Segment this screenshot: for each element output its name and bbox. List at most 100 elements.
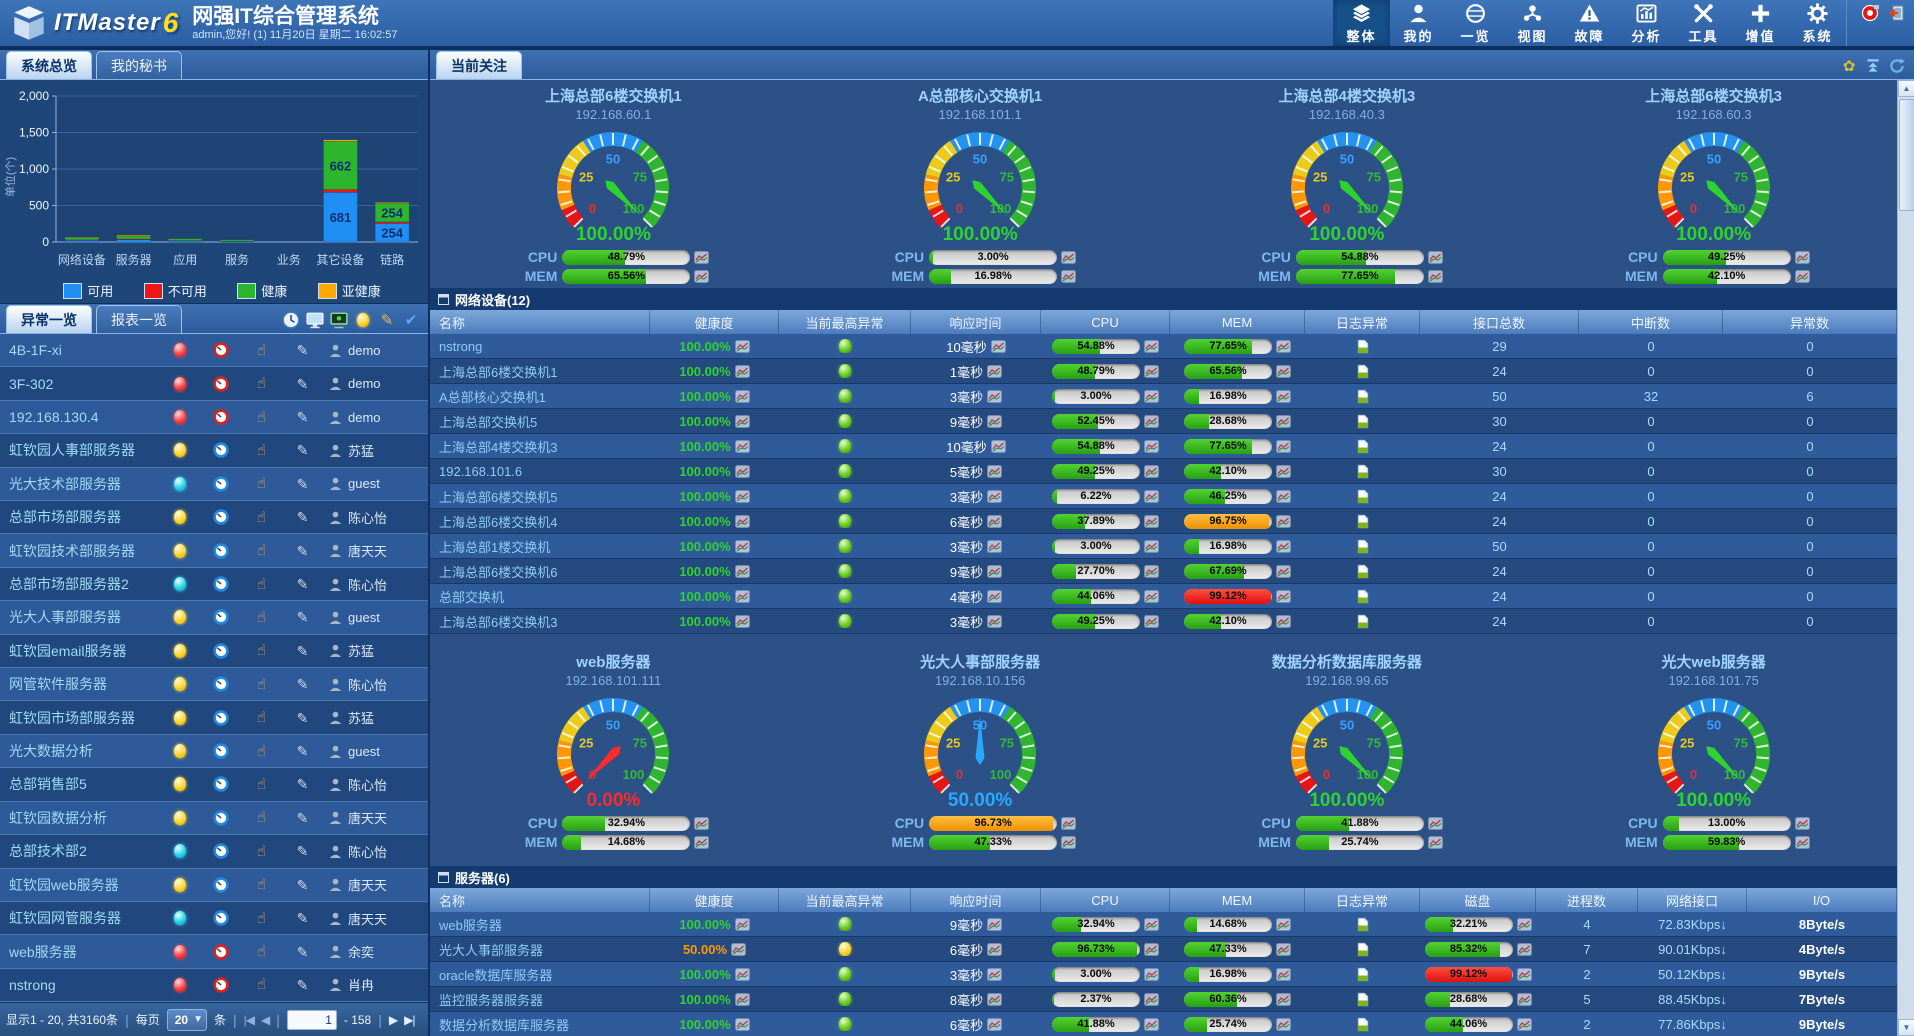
hand-icon[interactable]: ☝ [257,443,266,458]
hand-icon[interactable]: ☝ [257,410,266,425]
hand-icon[interactable]: ☝ [257,877,266,892]
nav-item-1[interactable]: 我的 [1390,0,1447,46]
trend-chart-icon[interactable] [1144,565,1159,578]
exception-row[interactable]: nstrong☝✎肖冉 [0,969,428,1002]
trend-chart-icon[interactable] [1144,490,1159,503]
trend-chart-icon[interactable] [1428,251,1443,264]
log-icon[interactable] [1357,539,1369,554]
trend-chart-icon[interactable] [1144,440,1159,453]
exception-row[interactable]: 总部销售部5☝✎陈心怡 [0,768,428,801]
trend-chart-icon[interactable] [1276,390,1291,403]
device-row[interactable]: 上海总部6楼交换机6100.00%9毫秒27.70%67.69%2400 [430,559,1897,584]
trend-chart-icon[interactable] [1144,993,1159,1006]
nav-item-4[interactable]: 故障 [1561,0,1618,46]
edit-icon[interactable]: ✎ [297,377,309,391]
trend-chart-icon[interactable] [1517,968,1532,981]
hand-icon[interactable]: ☝ [257,343,266,358]
log-icon[interactable] [1357,464,1369,479]
tab-overview-0[interactable]: 系统总览 [6,51,92,79]
device-link[interactable]: 虹钦园email服务器 [0,641,159,661]
edit-icon[interactable]: ✎ [297,510,309,524]
column-header[interactable]: CPU [1041,888,1170,912]
collapse-icon[interactable] [1864,57,1882,75]
exception-row[interactable]: 总部市场部服务器2☝✎陈心怡 [0,568,428,601]
column-header[interactable]: 健康度 [650,888,779,912]
column-header[interactable]: I/O [1747,888,1897,912]
column-header[interactable]: CPU [1041,310,1170,334]
edit-icon[interactable]: ✎ [297,477,309,491]
trend-chart-icon[interactable] [1144,615,1159,628]
trend-chart-icon[interactable] [987,390,1002,403]
trend-chart-icon[interactable] [1276,918,1291,931]
nav-item-5[interactable]: 分析 [1618,0,1675,46]
device-link[interactable]: 总部交换机 [439,587,504,606]
bar-segment[interactable] [65,238,99,240]
trend-chart-icon[interactable] [735,440,750,453]
trend-chart-icon[interactable] [1144,515,1159,528]
exception-row[interactable]: 虹钦园web服务器☝✎唐天天 [0,869,428,902]
device-link[interactable]: 总部销售部5 [0,774,159,794]
trend-chart-icon[interactable] [1795,836,1810,849]
trend-chart-icon[interactable] [1144,968,1159,981]
trend-chart-icon[interactable] [1276,943,1291,956]
edit-icon[interactable]: ✎ [297,544,309,558]
device-link[interactable]: 总部市场部服务器2 [0,574,159,594]
log-icon[interactable] [1357,614,1369,629]
trend-chart-icon[interactable] [694,251,709,264]
exception-row[interactable]: 虹钦园人事部服务器☝✎苏猛 [0,434,428,467]
tab-exception-0[interactable]: 异常一览 [6,305,92,333]
device-link[interactable]: 4B-1F-xi [0,342,159,358]
bar-segment[interactable] [65,237,99,238]
device-row[interactable]: 上海总部6楼交换机5100.00%3毫秒6.22%46.25%2400 [430,484,1897,509]
device-link[interactable]: 上海总部6楼交换机4 [439,512,557,531]
hand-icon[interactable]: ☝ [257,844,266,859]
trend-chart-icon[interactable] [1276,590,1291,603]
trend-chart-icon[interactable] [735,365,750,378]
column-header[interactable]: MEM [1170,888,1305,912]
gauge-device-name[interactable]: 光大web服务器 [1662,651,1766,672]
hand-icon[interactable]: ☝ [257,777,266,792]
device-row[interactable]: 上海总部6楼交换机3100.00%3毫秒49.25%42.10%2400 [430,609,1897,634]
exception-row[interactable]: 总部技术部2☝✎陈心怡 [0,835,428,868]
trend-chart-icon[interactable] [735,390,750,403]
trend-chart-icon[interactable] [987,968,1002,981]
server-row[interactable]: 数据分析数据库服务器100.00%6毫秒41.88%25.74%44.06%27… [430,1012,1897,1036]
device-link[interactable]: 监控服务器服务器 [439,990,543,1009]
clock-icon[interactable] [282,311,300,329]
device-link[interactable]: 虹钦园web服务器 [0,875,159,895]
device-link[interactable]: 总部技术部2 [0,841,159,861]
trend-chart-icon[interactable] [1795,270,1810,283]
trend-chart-icon[interactable] [987,943,1002,956]
log-icon[interactable] [1357,339,1369,354]
log-icon[interactable] [1357,967,1369,982]
trend-chart-icon[interactable] [991,340,1006,353]
edit-icon[interactable]: ✎ [297,811,309,825]
tab-exception-1[interactable]: 报表一览 [96,305,182,333]
bar-segment[interactable] [117,236,151,239]
column-header[interactable]: 名称 [430,888,650,912]
exception-row[interactable]: 3F-302☝✎demo [0,367,428,400]
log-icon[interactable] [1357,489,1369,504]
device-link[interactable]: 光大人事部服务器 [439,940,543,959]
column-header[interactable]: 当前最高异常 [779,888,911,912]
column-header[interactable]: 异常数 [1723,310,1897,334]
trend-chart-icon[interactable] [1276,615,1291,628]
nav-item-6[interactable]: 工具 [1675,0,1732,46]
log-icon[interactable] [1357,917,1369,932]
nav-item-2[interactable]: 一览 [1447,0,1504,46]
trend-chart-icon[interactable] [735,615,750,628]
server-row[interactable]: oracle数据库服务器100.00%3毫秒3.00%16.98%99.12%2… [430,962,1897,987]
trend-chart-icon[interactable] [987,415,1002,428]
device-link[interactable]: 3F-302 [0,376,159,392]
exception-row[interactable]: 虹钦园技术部服务器☝✎唐天天 [0,534,428,567]
trend-chart-icon[interactable] [1061,270,1076,283]
check-icon[interactable]: ✔ [402,311,420,329]
trend-chart-icon[interactable] [735,515,750,528]
edit-icon[interactable]: ✎ [297,878,309,892]
trend-chart-icon[interactable] [1276,415,1291,428]
gauge-device-name[interactable]: A总部核心交换机1 [918,85,1042,106]
edit-icon[interactable]: ✎ [297,443,309,457]
bar-segment[interactable] [323,190,357,193]
trend-chart-icon[interactable] [987,1018,1002,1031]
edit-icon[interactable]: ✎ [297,410,309,424]
